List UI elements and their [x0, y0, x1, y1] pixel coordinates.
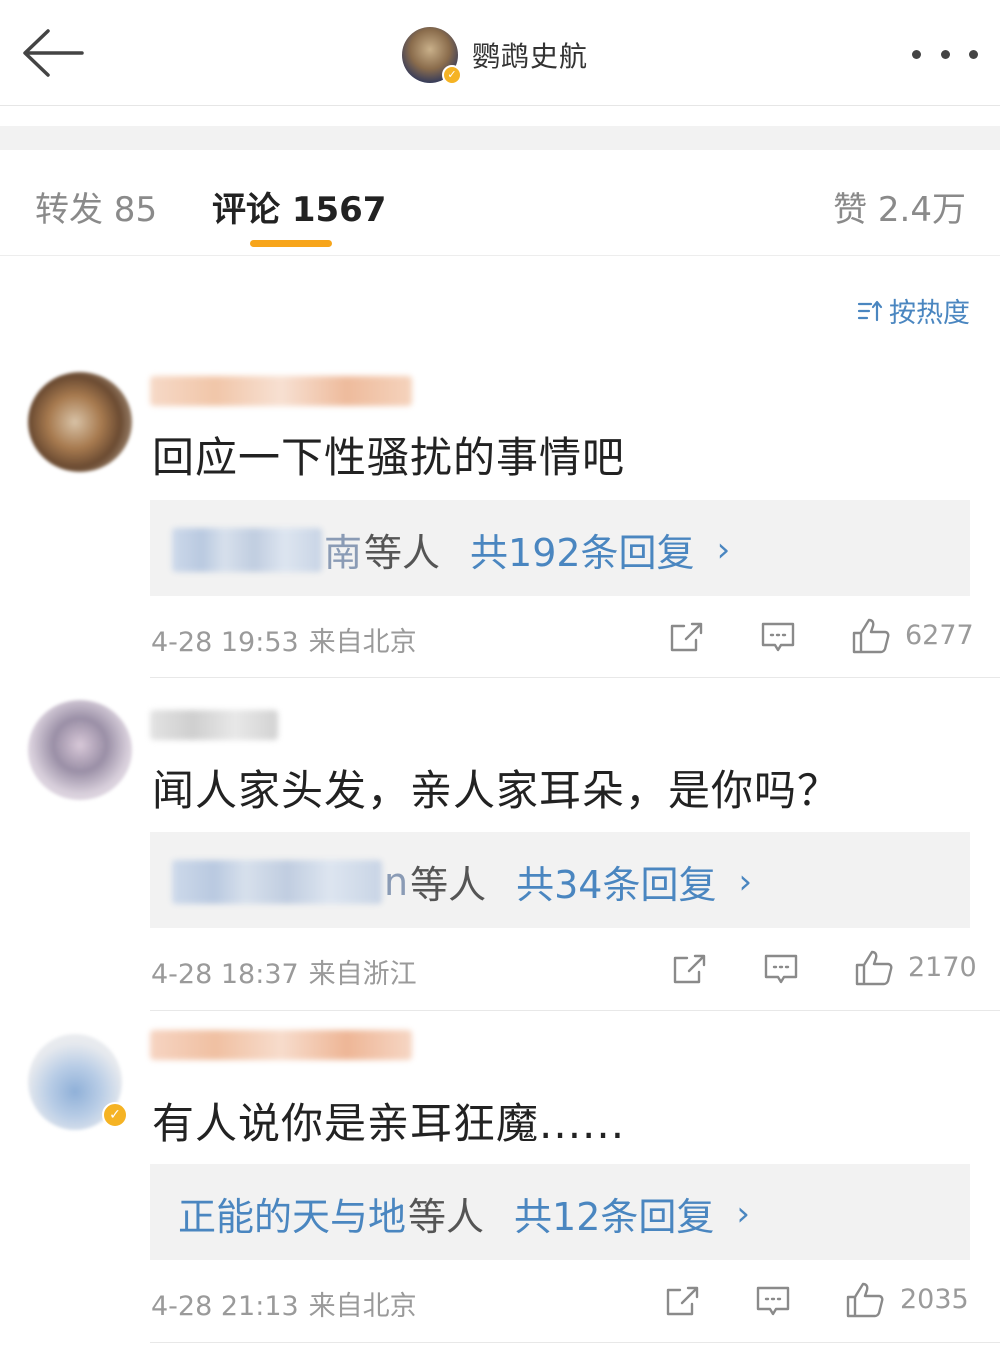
chevron-right-icon: ›: [716, 529, 731, 570]
avatar-image: [28, 372, 132, 472]
share-icon[interactable]: [671, 952, 707, 986]
commenter-avatar[interactable]: [28, 700, 132, 800]
reply-names[interactable]: 正能的天与地: [178, 1186, 406, 1241]
tab-bar: 转发 85 评论 1567 赞 2.4万: [0, 150, 1000, 256]
active-tab-indicator: [250, 240, 332, 247]
like-count: 6277: [905, 620, 974, 651]
reply-names: 正能的天与地 等人 共12条回复 ›: [172, 1186, 750, 1241]
back-arrow-icon: [23, 29, 84, 77]
reply-summary-box[interactable]: n 等人 共34条回复 ›: [150, 832, 970, 928]
comment-icon[interactable]: [760, 620, 796, 654]
comment-location: 来自北京: [308, 1291, 417, 1322]
comment-text: 回应一下性骚扰的事情吧: [152, 433, 626, 482]
reply-names-redacted: [172, 527, 322, 572]
commenter-avatar[interactable]: ✓: [28, 1034, 128, 1130]
tab-repost[interactable]: 转发 85: [35, 182, 157, 231]
reply-names: n 等人 共34条回复 ›: [172, 854, 752, 909]
comment-time: 4-28 18:37: [151, 959, 299, 990]
share-icon[interactable]: [664, 1284, 700, 1318]
like-count: 2170: [908, 952, 977, 983]
reply-names-redacted: [172, 859, 382, 904]
commenter-name-redacted[interactable]: [150, 1030, 412, 1060]
comment-icon[interactable]: [763, 952, 799, 986]
commenter-name-redacted[interactable]: [150, 376, 412, 406]
like-count: 2035: [900, 1284, 969, 1315]
reply-etal: 等人: [410, 863, 487, 907]
reply-name-tail: n: [384, 859, 409, 904]
section-separator: [0, 126, 1000, 150]
sort-icon: [857, 300, 883, 321]
top-bar: ✓ 鹦鹉史航: [0, 0, 1000, 106]
more-dots-icon: [912, 49, 921, 59]
like-thumb-icon[interactable]: [845, 1281, 885, 1319]
reply-names: 南 等人 共192条回复 ›: [172, 522, 730, 577]
more-button[interactable]: [912, 42, 978, 66]
comment-text: 有人说你是亲耳狂魔......: [152, 1099, 626, 1148]
reply-count[interactable]: 共192条回复: [470, 522, 695, 577]
like-thumb-icon[interactable]: [851, 617, 891, 655]
reply-etal: 等人: [408, 1195, 485, 1239]
verified-badge-icon: ✓: [102, 1102, 128, 1128]
comment-time: 4-28 19:53: [151, 627, 299, 658]
verified-badge-icon: ✓: [442, 65, 462, 85]
divider: [150, 1342, 1000, 1343]
reply-count[interactable]: 共34条回复: [516, 854, 716, 909]
tab-comments[interactable]: 评论 1567: [212, 182, 386, 231]
comment-meta: 4-28 18:37 来自浙江: [151, 952, 417, 991]
account-avatar[interactable]: ✓: [402, 27, 462, 85]
avatar-image: [28, 700, 132, 800]
commenter-name-redacted[interactable]: [150, 710, 278, 740]
sort-label: 按热度: [889, 298, 970, 329]
reply-etal: 等人: [364, 531, 441, 575]
commenter-avatar[interactable]: [28, 372, 132, 472]
tab-likes[interactable]: 赞 2.4万: [833, 182, 966, 231]
divider: [150, 677, 1000, 678]
account-header[interactable]: ✓ 鹦鹉史航: [402, 26, 588, 85]
back-button[interactable]: [22, 28, 84, 78]
reply-summary-box[interactable]: 正能的天与地 等人 共12条回复 ›: [150, 1164, 970, 1260]
chevron-right-icon: ›: [738, 861, 753, 902]
more-dots-icon: [940, 49, 950, 59]
sort-by-hot-button[interactable]: 按热度: [857, 291, 970, 330]
reply-name-tail: 南: [324, 531, 363, 575]
chevron-right-icon: ›: [736, 1193, 750, 1234]
comment-time: 4-28 21:13: [151, 1291, 299, 1322]
more-dots-icon: [969, 49, 978, 59]
comment-icon[interactable]: [755, 1284, 791, 1318]
comment-location: 来自北京: [308, 627, 417, 658]
comment-text: 闻人家头发，亲人家耳朵，是你吗？: [152, 766, 841, 815]
comment-meta: 4-28 19:53 来自北京: [151, 620, 417, 659]
like-thumb-icon[interactable]: [854, 949, 894, 987]
account-name[interactable]: 鹦鹉史航: [472, 35, 588, 75]
reply-summary-box[interactable]: 南 等人 共192条回复 ›: [150, 500, 970, 596]
divider: [150, 1010, 1000, 1011]
comment-meta: 4-28 21:13 来自北京: [151, 1284, 417, 1323]
comment-location: 来自浙江: [308, 959, 417, 990]
reply-count[interactable]: 共12条回复: [514, 1186, 714, 1241]
share-icon[interactable]: [668, 620, 704, 654]
